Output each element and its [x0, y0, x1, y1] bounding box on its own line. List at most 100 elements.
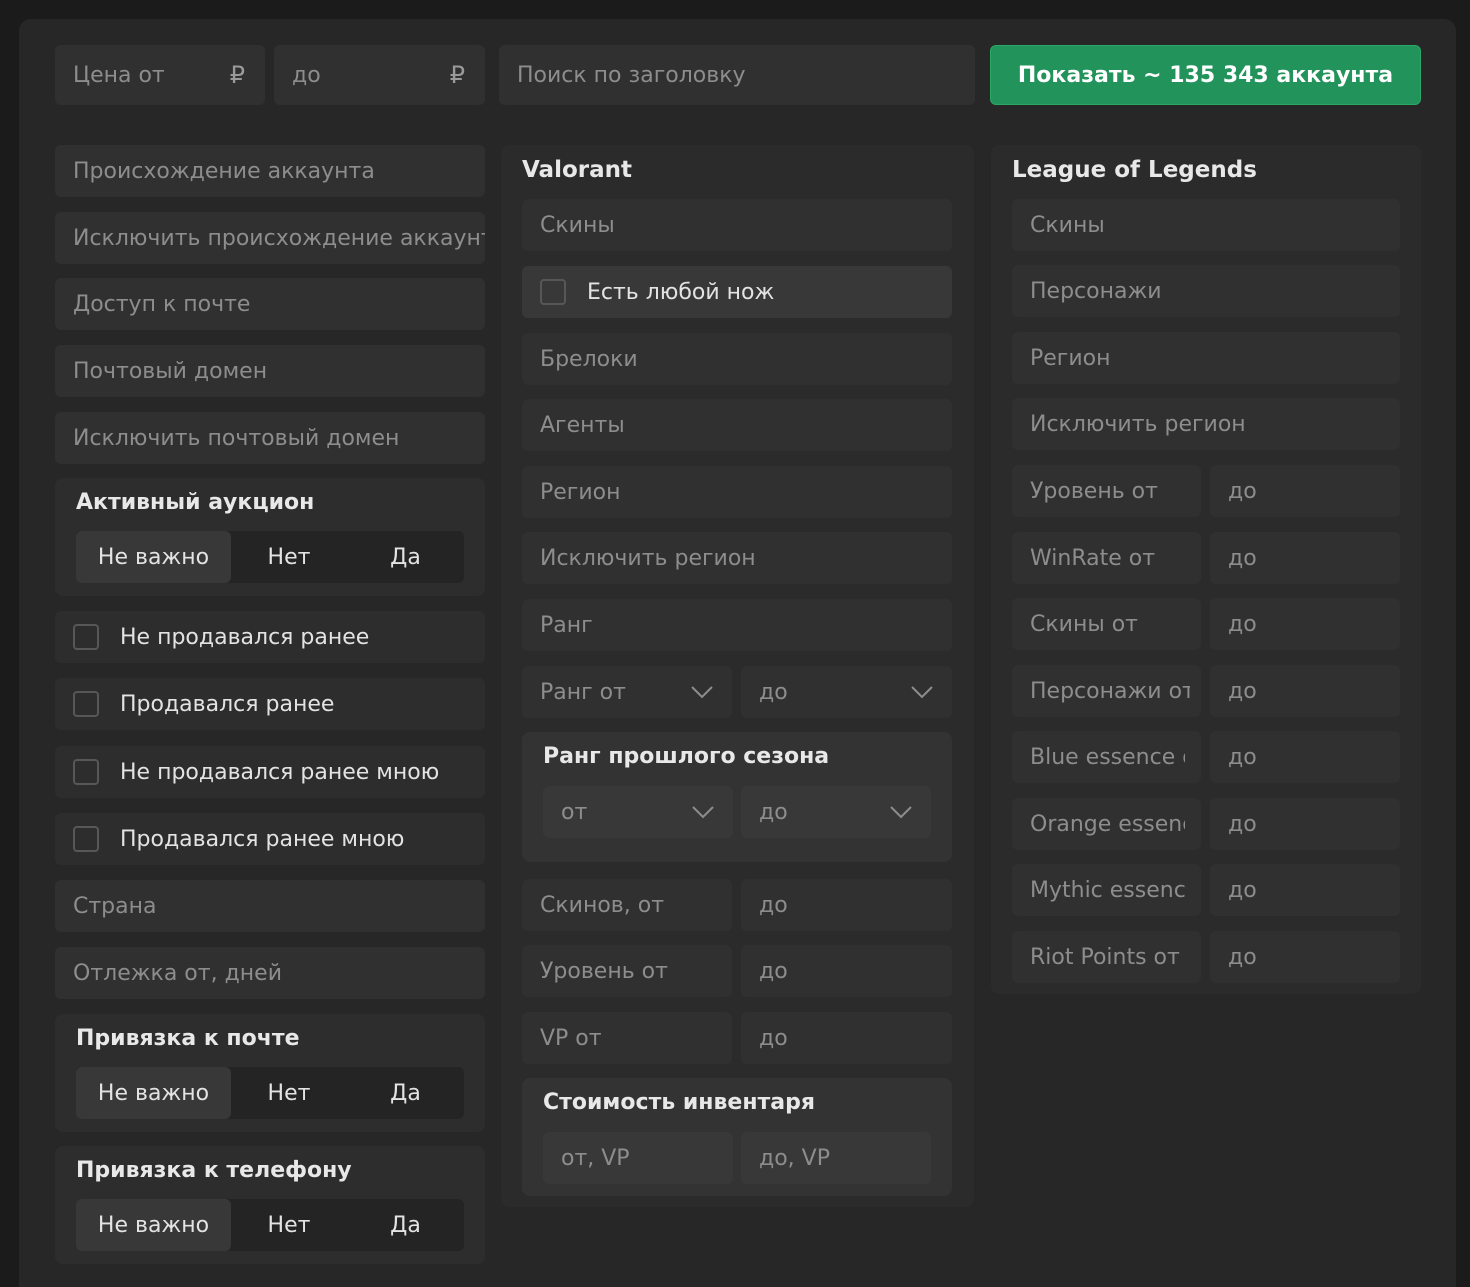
- valorant-rank-from-select[interactable]: Ранг от: [522, 666, 732, 718]
- chevron-down-icon: [890, 806, 912, 819]
- inactive-days-input[interactable]: Отлежка от, дней: [55, 947, 485, 999]
- lol-skins-select[interactable]: Скины: [1012, 199, 1400, 251]
- lol-orange-essence-to-placeholder: до: [1228, 811, 1257, 837]
- sold-by-me-checkbox-row[interactable]: Продавался ранее мною: [55, 813, 485, 865]
- show-accounts-button[interactable]: Показать ~ 135 343 аккаунта: [990, 45, 1421, 105]
- inactive-days-placeholder: Отлежка от, дней: [73, 960, 282, 986]
- sold-before-checkbox-row[interactable]: Продавался ранее: [55, 678, 485, 730]
- lol-orange-essence-to-input[interactable]: до: [1210, 798, 1400, 850]
- valorant-rank-to-placeholder: до: [759, 679, 788, 705]
- checkbox-icon[interactable]: [540, 279, 566, 305]
- valorant-level-from-input[interactable]: Уровень от: [522, 945, 732, 997]
- valorant-skins-select[interactable]: Скины: [522, 199, 952, 251]
- lol-blue-essence-from-placeholder: Blue essence от: [1030, 744, 1185, 770]
- lol-riot-points-to-placeholder: до: [1228, 944, 1257, 970]
- lol-champions-from-input[interactable]: Персонажи от: [1012, 665, 1201, 717]
- lol-mythic-essence-from-input[interactable]: Mythic essence от: [1012, 864, 1201, 916]
- valorant-skins-from-input[interactable]: Скинов, от: [522, 879, 732, 931]
- phone-binding-option-yes[interactable]: Да: [347, 1199, 464, 1251]
- valorant-exclude-region-placeholder: Исключить регион: [540, 545, 756, 571]
- email-binding-option-no[interactable]: Нет: [231, 1067, 347, 1119]
- email-binding-option-any[interactable]: Не важно: [76, 1067, 231, 1119]
- valorant-rank-placeholder: Ранг: [540, 612, 593, 638]
- valorant-agents-select[interactable]: Агенты: [522, 399, 952, 451]
- sold-by-me-label: Продавался ранее мною: [120, 826, 405, 852]
- lol-champions-to-placeholder: до: [1228, 678, 1257, 704]
- lol-region-select[interactable]: Регион: [1012, 332, 1400, 384]
- lol-orange-essence-from-input[interactable]: Orange essence от: [1012, 798, 1201, 850]
- lol-level-to-input[interactable]: до: [1210, 465, 1400, 517]
- last-season-rank-from-select[interactable]: от: [543, 786, 733, 838]
- phone-binding-option-no[interactable]: Нет: [231, 1199, 347, 1251]
- email-access-select[interactable]: Доступ к почте: [55, 278, 485, 330]
- valorant-vp-from-input[interactable]: VP от: [522, 1012, 732, 1064]
- chevron-down-icon: [911, 686, 933, 699]
- price-to-input[interactable]: до ₽: [274, 45, 485, 105]
- inventory-value-from-input[interactable]: от, VP: [543, 1132, 733, 1184]
- valorant-title: Valorant: [522, 157, 632, 183]
- lol-skins-from-input[interactable]: Скины от: [1012, 598, 1201, 650]
- lol-level-to-placeholder: до: [1228, 478, 1257, 504]
- lol-skins-to-input[interactable]: до: [1210, 598, 1400, 650]
- valorant-skins-placeholder: Скины: [540, 212, 615, 238]
- chevron-down-icon: [692, 806, 714, 819]
- exclude-account-origin-placeholder: Исключить происхождение аккаунта: [73, 225, 485, 251]
- lol-blue-essence-from-input[interactable]: Blue essence от: [1012, 731, 1201, 783]
- valorant-rank-to-select[interactable]: до: [741, 666, 952, 718]
- valorant-exclude-region-select[interactable]: Исключить регион: [522, 532, 952, 584]
- lol-exclude-region-select[interactable]: Исключить регион: [1012, 398, 1400, 450]
- valorant-rank-select[interactable]: Ранг: [522, 599, 952, 651]
- lol-skins-placeholder: Скины: [1030, 212, 1105, 238]
- exclude-email-domain-select[interactable]: Исключить почтовый домен: [55, 412, 485, 464]
- country-select[interactable]: Страна: [55, 880, 485, 932]
- not-sold-by-me-checkbox-row[interactable]: Не продавался ранее мною: [55, 746, 485, 798]
- active-auction-title: Активный аукцион: [76, 490, 315, 515]
- ruble-icon: ₽: [229, 61, 245, 89]
- lol-champions-to-input[interactable]: до: [1210, 665, 1400, 717]
- active-auction-option-no[interactable]: Нет: [231, 531, 347, 583]
- email-binding-option-yes[interactable]: Да: [347, 1067, 464, 1119]
- any-knife-label: Есть любой нож: [587, 279, 775, 305]
- not-sold-before-checkbox-row[interactable]: Не продавался ранее: [55, 611, 485, 663]
- last-season-rank-to-placeholder: до: [759, 799, 788, 825]
- valorant-charms-placeholder: Брелоки: [540, 346, 638, 372]
- lol-riot-points-from-input[interactable]: Riot Points от: [1012, 931, 1201, 983]
- active-auction-option-any[interactable]: Не важно: [76, 531, 231, 583]
- lol-winrate-from-placeholder: WinRate от: [1030, 545, 1156, 571]
- any-knife-checkbox-row[interactable]: Есть любой нож: [522, 266, 952, 318]
- valorant-region-select[interactable]: Регион: [522, 466, 952, 518]
- active-auction-option-yes[interactable]: Да: [347, 531, 464, 583]
- not-sold-before-label: Не продавался ранее: [120, 624, 370, 650]
- valorant-level-to-input[interactable]: до: [741, 945, 952, 997]
- checkbox-icon[interactable]: [73, 826, 99, 852]
- lol-mythic-essence-to-input[interactable]: до: [1210, 864, 1400, 916]
- lol-riot-points-to-input[interactable]: до: [1210, 931, 1400, 983]
- checkbox-icon[interactable]: [73, 759, 99, 785]
- lol-champions-select[interactable]: Персонажи: [1012, 265, 1400, 317]
- lol-orange-essence-from-placeholder: Orange essence от: [1030, 811, 1185, 837]
- email-domain-select[interactable]: Почтовый домен: [55, 345, 485, 397]
- active-auction-toggle: Не важно Нет Да: [76, 531, 464, 583]
- lol-champions-from-placeholder: Персонажи от: [1030, 678, 1190, 704]
- price-from-input[interactable]: Цена от ₽: [55, 45, 265, 105]
- lol-mythic-essence-from-placeholder: Mythic essence от: [1030, 877, 1185, 903]
- lol-level-from-placeholder: Уровень от: [1030, 478, 1158, 504]
- valorant-charms-select[interactable]: Брелоки: [522, 333, 952, 385]
- inventory-value-to-input[interactable]: до, VP: [741, 1132, 931, 1184]
- sold-before-label: Продавался ранее: [120, 691, 335, 717]
- lol-blue-essence-to-input[interactable]: до: [1210, 731, 1400, 783]
- exclude-account-origin-select[interactable]: Исключить происхождение аккаунта: [55, 212, 485, 264]
- last-season-rank-to-select[interactable]: до: [741, 786, 931, 838]
- inventory-value-to-placeholder: до, VP: [759, 1145, 830, 1171]
- lol-level-from-input[interactable]: Уровень от: [1012, 465, 1201, 517]
- valorant-vp-to-input[interactable]: до: [741, 1012, 952, 1064]
- valorant-agents-placeholder: Агенты: [540, 412, 625, 438]
- lol-winrate-from-input[interactable]: WinRate от: [1012, 532, 1201, 584]
- lol-winrate-to-input[interactable]: до: [1210, 532, 1400, 584]
- checkbox-icon[interactable]: [73, 624, 99, 650]
- account-origin-select[interactable]: Происхождение аккаунта: [55, 145, 485, 197]
- phone-binding-option-any[interactable]: Не важно: [76, 1199, 231, 1251]
- checkbox-icon[interactable]: [73, 691, 99, 717]
- title-search-input[interactable]: Поиск по заголовку: [499, 45, 975, 105]
- valorant-skins-to-input[interactable]: до: [741, 879, 952, 931]
